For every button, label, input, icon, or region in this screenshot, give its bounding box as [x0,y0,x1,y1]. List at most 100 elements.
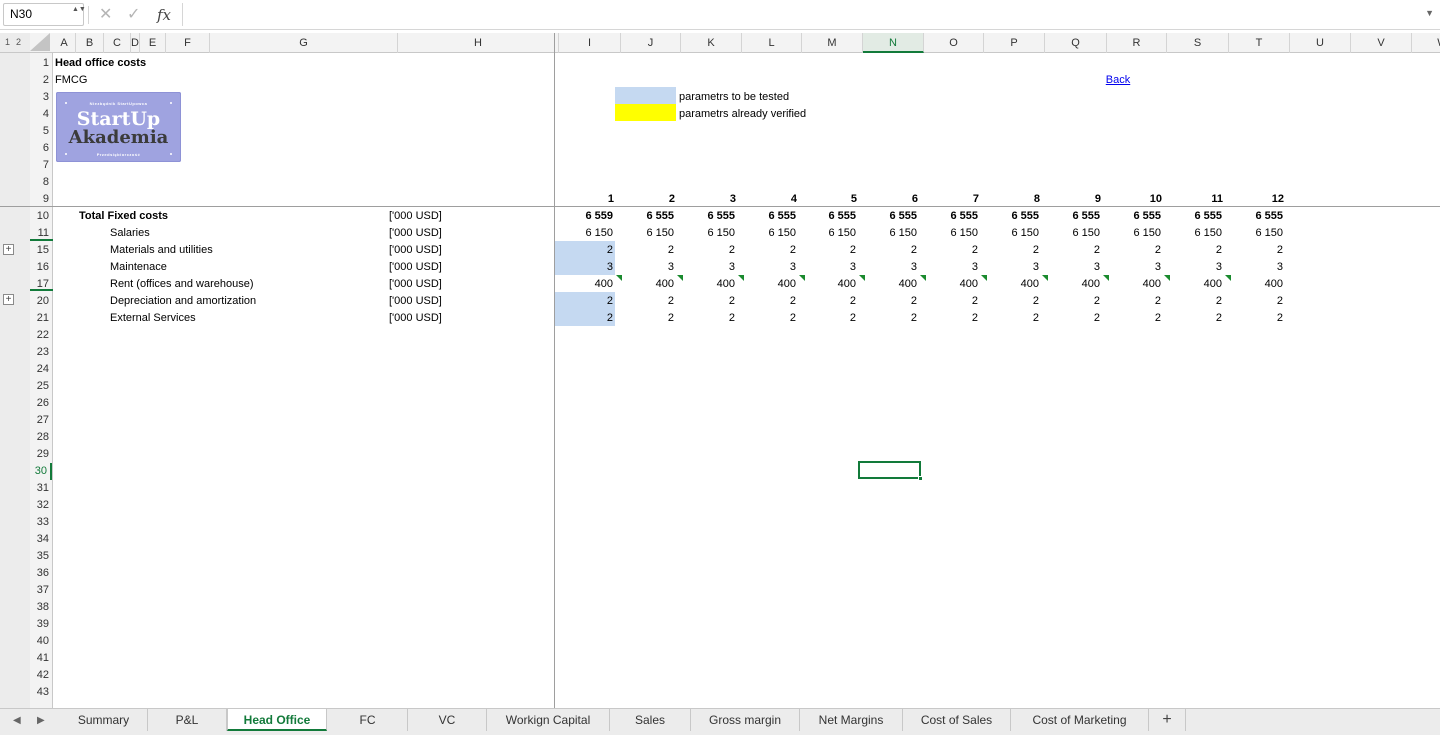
table-cell[interactable]: 6 555 [1042,208,1100,225]
row-header-25[interactable]: 25 [30,378,52,395]
table-cell[interactable]: 6 559 [555,208,613,225]
column-header-h[interactable]: H [398,33,559,53]
table-cell[interactable]: 2 [859,242,917,259]
cancel-icon[interactable]: ✕ [99,6,112,24]
table-cell[interactable]: 2 [981,242,1039,259]
table-cell[interactable]: 3 [859,259,917,276]
table-cell[interactable]: 3 [1042,259,1100,276]
row-header-10[interactable]: 10 [30,208,52,225]
tab-scroll-left-icon[interactable]: ◀ [13,715,21,726]
table-cell[interactable]: 2 [1164,310,1222,327]
tab-cost-of-sales[interactable]: Cost of Sales [903,709,1011,731]
row-header-23[interactable]: 23 [30,344,52,361]
row-header-2[interactable]: 2 [30,72,52,89]
column-header-w[interactable]: W [1412,33,1440,53]
table-cell[interactable]: 6 555 [738,208,796,225]
table-cell[interactable]: 3 [1103,259,1161,276]
table-cell[interactable]: 2 [555,242,613,259]
row-header-35[interactable]: 35 [30,548,52,565]
table-cell[interactable]: 6 555 [1103,208,1161,225]
column-header-l[interactable]: L [742,33,802,53]
table-cell[interactable]: 2 [1103,310,1161,327]
table-cell[interactable]: 2 [1164,293,1222,310]
table-cell[interactable]: 2 [616,310,674,327]
table-cell[interactable]: 400 [1164,276,1222,293]
table-cell[interactable]: 6 555 [859,208,917,225]
table-cell[interactable]: 6 150 [920,225,978,242]
tab-head-office[interactable]: Head Office [227,709,327,731]
tab-gross-margin[interactable]: Gross margin [691,709,800,731]
row-header-24[interactable]: 24 [30,361,52,378]
selected-cell-n30[interactable] [858,461,923,481]
row-header-34[interactable]: 34 [30,531,52,548]
table-cell[interactable]: 400 [1042,276,1100,293]
row-header-21[interactable]: 21 [30,310,52,327]
column-header-c[interactable]: C [104,33,131,53]
add-sheet-button[interactable]: + [1149,709,1186,731]
table-cell[interactable]: 2 [555,293,613,310]
table-cell[interactable]: 6 150 [1164,225,1222,242]
table-cell[interactable]: 2 [1225,242,1283,259]
tab-p-l[interactable]: P&L [148,709,227,731]
outline-level-1-button[interactable]: 1 [5,37,10,47]
tab-vc[interactable]: VC [408,709,487,731]
row-header-22[interactable]: 22 [30,327,52,344]
row-header-5[interactable]: 5 [30,123,52,140]
row-header-28[interactable]: 28 [30,429,52,446]
table-cell[interactable]: 3 [1164,259,1222,276]
column-header-v[interactable]: V [1351,33,1412,53]
table-cell[interactable]: 3 [920,259,978,276]
tab-sales[interactable]: Sales [610,709,691,731]
table-cell[interactable]: 2 [1164,242,1222,259]
row-header-6[interactable]: 6 [30,140,52,157]
table-cell[interactable]: 2 [1103,293,1161,310]
row-header-32[interactable]: 32 [30,497,52,514]
row-header-39[interactable]: 39 [30,616,52,633]
row-header-33[interactable]: 33 [30,514,52,531]
row-header-15[interactable]: 15 [30,242,52,259]
column-header-g[interactable]: G [210,33,398,53]
table-cell[interactable]: 400 [738,276,796,293]
chevron-down-icon[interactable]: ▼ [1425,8,1434,18]
column-header-b[interactable]: B [76,33,104,53]
insert-function-icon[interactable]: fx [157,6,171,24]
tab-scroll-right-icon[interactable]: ▶ [37,715,45,726]
table-cell[interactable]: 2 [738,293,796,310]
table-cell[interactable]: 2 [1042,310,1100,327]
table-cell[interactable]: 2 [920,293,978,310]
column-header-j[interactable]: J [621,33,681,53]
column-header-t[interactable]: T [1229,33,1290,53]
table-cell[interactable]: 2 [677,242,735,259]
table-cell[interactable]: 3 [677,259,735,276]
table-cell[interactable]: 400 [981,276,1039,293]
table-cell[interactable]: 400 [1103,276,1161,293]
table-cell[interactable]: 6 150 [1225,225,1283,242]
table-cell[interactable]: 6 555 [981,208,1039,225]
table-cell[interactable]: 2 [798,242,856,259]
column-header-k[interactable]: K [681,33,742,53]
row-header-16[interactable]: 16 [30,259,52,276]
column-header-a[interactable]: A [53,33,76,53]
table-cell[interactable]: 6 555 [920,208,978,225]
column-header-d[interactable]: D [131,33,140,53]
table-cell[interactable]: 6 150 [981,225,1039,242]
table-cell[interactable]: 6 150 [677,225,735,242]
row-header-29[interactable]: 29 [30,446,52,463]
table-cell[interactable]: 3 [981,259,1039,276]
row-header-30[interactable]: 30 [30,463,52,480]
row-header-41[interactable]: 41 [30,650,52,667]
table-cell[interactable]: 2 [616,293,674,310]
row-header-4[interactable]: 4 [30,106,52,123]
column-header-e[interactable]: E [140,33,166,53]
table-cell[interactable]: 2 [677,310,735,327]
table-cell[interactable]: 400 [920,276,978,293]
table-cell[interactable]: 6 555 [677,208,735,225]
table-cell[interactable]: 2 [920,242,978,259]
column-header-m[interactable]: M [802,33,863,53]
table-cell[interactable]: 400 [1225,276,1283,293]
column-header-r[interactable]: R [1107,33,1167,53]
tab-cost-of-marketing[interactable]: Cost of Marketing [1011,709,1149,731]
table-cell[interactable]: 6 555 [1164,208,1222,225]
table-cell[interactable]: 2 [1103,242,1161,259]
table-cell[interactable]: 6 150 [1042,225,1100,242]
